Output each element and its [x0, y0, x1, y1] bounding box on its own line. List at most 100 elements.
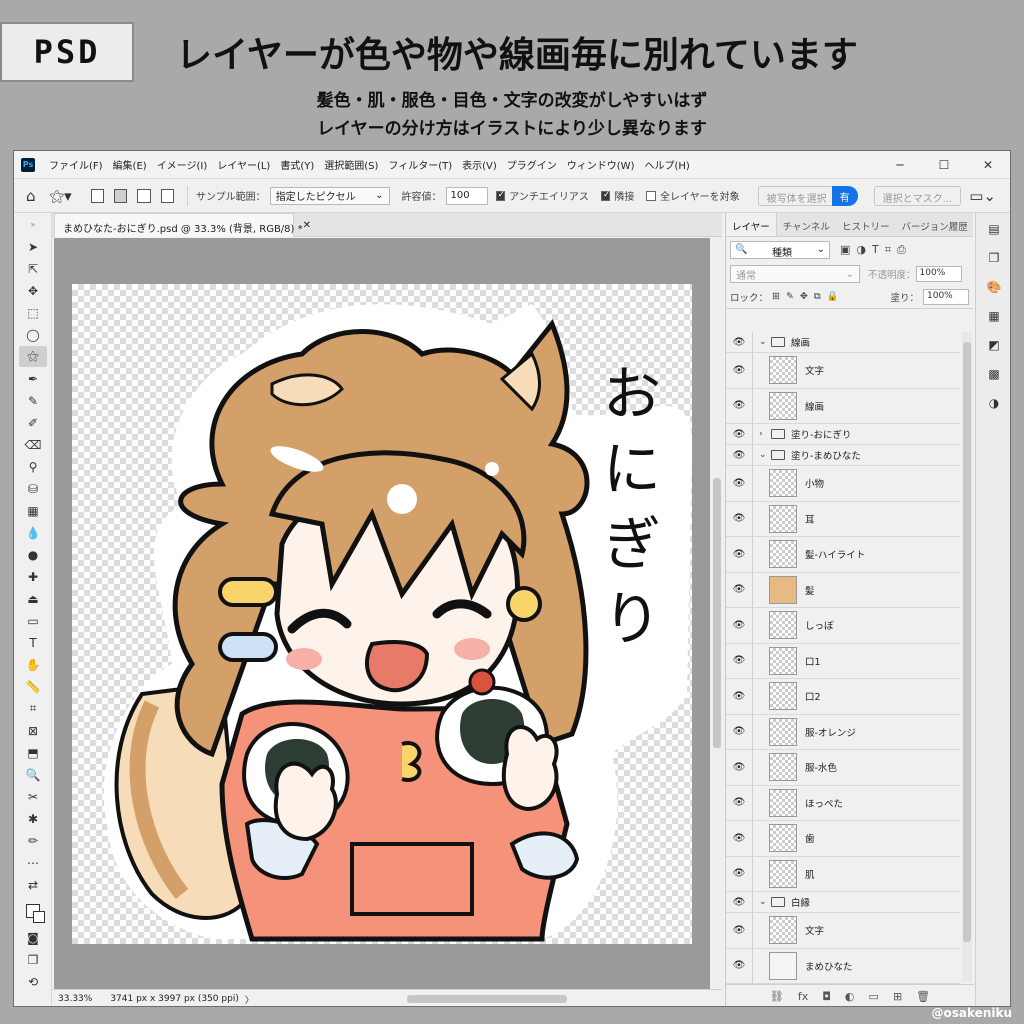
- scroll-thumb[interactable]: [963, 342, 971, 942]
- new-layer-icon[interactable]: ⊞: [893, 990, 902, 1003]
- layer-row[interactable]: 👁 口2: [726, 679, 960, 715]
- more-tools-icon[interactable]: ⋯: [19, 852, 47, 873]
- eye-icon[interactable]: 👁: [726, 726, 752, 737]
- tab-channels[interactable]: チャンネル: [777, 213, 836, 236]
- chevron-down-icon[interactable]: ⌄: [759, 897, 771, 907]
- folder-icon[interactable]: ▭: [869, 990, 879, 1003]
- color-palette-icon[interactable]: 🎨: [984, 280, 1004, 300]
- status-menu-icon[interactable]: 〉: [245, 993, 254, 1006]
- tab-version-history[interactable]: バージョン履歴: [895, 213, 973, 236]
- eye-icon[interactable]: 👁: [726, 549, 752, 560]
- select-subject-button[interactable]: 被写体を選択: [757, 185, 836, 206]
- healing-icon[interactable]: ✚: [19, 566, 47, 587]
- sample-size-select[interactable]: 指定したピクセル ⌄: [269, 186, 390, 205]
- properties-icon[interactable]: ❐: [984, 251, 1004, 271]
- eye-icon[interactable]: 👁: [726, 797, 752, 808]
- swap-colors-icon[interactable]: ⇄: [19, 874, 47, 895]
- share-button[interactable]: 有: [831, 185, 858, 206]
- eyedropper-icon[interactable]: ⚲: [19, 456, 47, 477]
- intersect-selection-icon[interactable]: [160, 188, 175, 203]
- eye-icon[interactable]: 👁: [726, 337, 752, 348]
- menu-file[interactable]: ファイル(F): [44, 157, 108, 172]
- fill-input[interactable]: 100%: [923, 288, 969, 305]
- menu-type[interactable]: 書式(Y): [275, 157, 319, 172]
- add-selection-icon[interactable]: [114, 188, 128, 203]
- blur-icon[interactable]: 💧: [19, 522, 47, 543]
- layer-row[interactable]: 👁 口1: [726, 643, 960, 679]
- artboard[interactable]: お に ぎ り: [72, 284, 693, 944]
- swatches-icon[interactable]: ▦: [984, 309, 1004, 329]
- adjustments-icon[interactable]: ◑: [984, 396, 1004, 416]
- artboard-icon[interactable]: ⬒: [19, 742, 47, 763]
- hand-icon[interactable]: ✋: [19, 654, 47, 675]
- layer-group[interactable]: 👁 ⌄ 線画: [726, 332, 960, 353]
- eye-icon[interactable]: 👁: [726, 691, 752, 702]
- eye-icon[interactable]: 👁: [726, 400, 752, 411]
- layer-row[interactable]: 👁 しっぽ: [726, 608, 960, 644]
- eye-icon[interactable]: 👁: [726, 584, 752, 595]
- zoom-level[interactable]: 33.33%: [58, 994, 92, 1004]
- mixer-brush-icon[interactable]: ✐: [19, 412, 47, 433]
- new-selection-icon[interactable]: [90, 188, 104, 203]
- paint-bucket-icon[interactable]: ⛁: [19, 478, 47, 499]
- tab-layers[interactable]: レイヤー: [726, 213, 777, 236]
- magic-wand-tool-icon[interactable]: ⚝: [19, 346, 47, 367]
- crop-icon[interactable]: ⌗: [19, 698, 47, 719]
- blend-mode-select[interactable]: 通常 ⌄: [730, 265, 860, 283]
- pen-icon[interactable]: ✒: [19, 368, 47, 389]
- layer-row[interactable]: 👁 歯: [726, 821, 960, 857]
- eraser-icon[interactable]: ⌫: [19, 434, 47, 455]
- stamp-icon[interactable]: ⏏: [19, 588, 47, 609]
- eye-icon[interactable]: 👁: [726, 450, 752, 461]
- gradients-icon[interactable]: ◩: [984, 338, 1004, 358]
- select-mask-button[interactable]: 選択とマスク...: [873, 185, 962, 206]
- eye-icon[interactable]: 👁: [726, 513, 752, 524]
- contiguous-checkbox[interactable]: [600, 190, 611, 201]
- adjustment-icon[interactable]: ◐: [845, 990, 855, 1003]
- layer-row[interactable]: 👁 文字: [726, 913, 960, 949]
- color-swatches-icon[interactable]: [19, 896, 47, 926]
- quick-mask-icon[interactable]: ◙: [19, 927, 47, 948]
- all-layers-checkbox[interactable]: [646, 190, 656, 201]
- eye-icon[interactable]: 👁: [726, 960, 752, 971]
- close-tab-icon[interactable]: ✕: [303, 220, 311, 231]
- direct-select-icon[interactable]: ⇱: [19, 258, 47, 279]
- move-crosshair-icon[interactable]: ✥: [19, 280, 47, 301]
- workspace-icon[interactable]: ▭⌄: [969, 187, 996, 205]
- chevron-down-icon[interactable]: ⌄: [759, 450, 771, 460]
- layer-group[interactable]: 👁 ⌄ 白縁: [726, 892, 960, 913]
- eye-icon[interactable]: 👁: [726, 620, 752, 631]
- magic-wand-icon[interactable]: ⚝▾: [50, 187, 72, 205]
- layer-row[interactable]: 👁 ほっぺた: [726, 785, 960, 821]
- move-tool-icon[interactable]: ➤: [19, 236, 47, 257]
- horizontal-scroll-thumb[interactable]: [407, 995, 567, 1003]
- menu-help[interactable]: ヘルプ(H): [639, 157, 694, 172]
- eye-icon[interactable]: 👁: [726, 925, 752, 936]
- menu-plugins[interactable]: プラグイン: [502, 157, 562, 172]
- eye-icon[interactable]: 👁: [726, 365, 752, 376]
- layer-row[interactable]: 👁 文字: [726, 353, 960, 389]
- layer-row[interactable]: 👁 髪-ハイライト: [726, 537, 960, 573]
- eye-icon[interactable]: 👁: [726, 762, 752, 773]
- layer-row[interactable]: 👁 服-水色: [726, 750, 960, 786]
- menu-view[interactable]: 表示(V): [457, 157, 502, 172]
- share-icon[interactable]: ⟲: [19, 971, 47, 992]
- frame-icon[interactable]: ⊠: [19, 720, 47, 741]
- eye-icon[interactable]: 👁: [726, 833, 752, 844]
- scroll-thumb[interactable]: [713, 478, 721, 748]
- screen-mode-icon[interactable]: ❐: [19, 949, 47, 970]
- link-icon[interactable]: ⛓: [770, 990, 784, 1003]
- tab-history[interactable]: ヒストリー: [836, 213, 896, 236]
- collapse-icon[interactable]: »: [19, 214, 47, 235]
- bandage-icon[interactable]: ✂: [19, 786, 47, 807]
- tolerance-input[interactable]: 100: [445, 186, 488, 205]
- lock-icons[interactable]: ⊞✎✥⧉🔒: [772, 291, 845, 302]
- eye-icon[interactable]: 👁: [726, 868, 752, 879]
- layer-row[interactable]: 👁 耳: [726, 501, 960, 537]
- menu-select[interactable]: 選択範囲(S): [319, 157, 383, 172]
- libraries-icon[interactable]: ▤: [984, 222, 1004, 242]
- filter-icons[interactable]: ▣◑T⌗⎙: [840, 243, 912, 257]
- layer-group[interactable]: 👁 › 塗り-おにぎり: [726, 424, 960, 445]
- lasso-icon[interactable]: ◯: [19, 324, 47, 345]
- layer-group[interactable]: 👁 ⌄ 塗り-まめひなた: [726, 445, 960, 466]
